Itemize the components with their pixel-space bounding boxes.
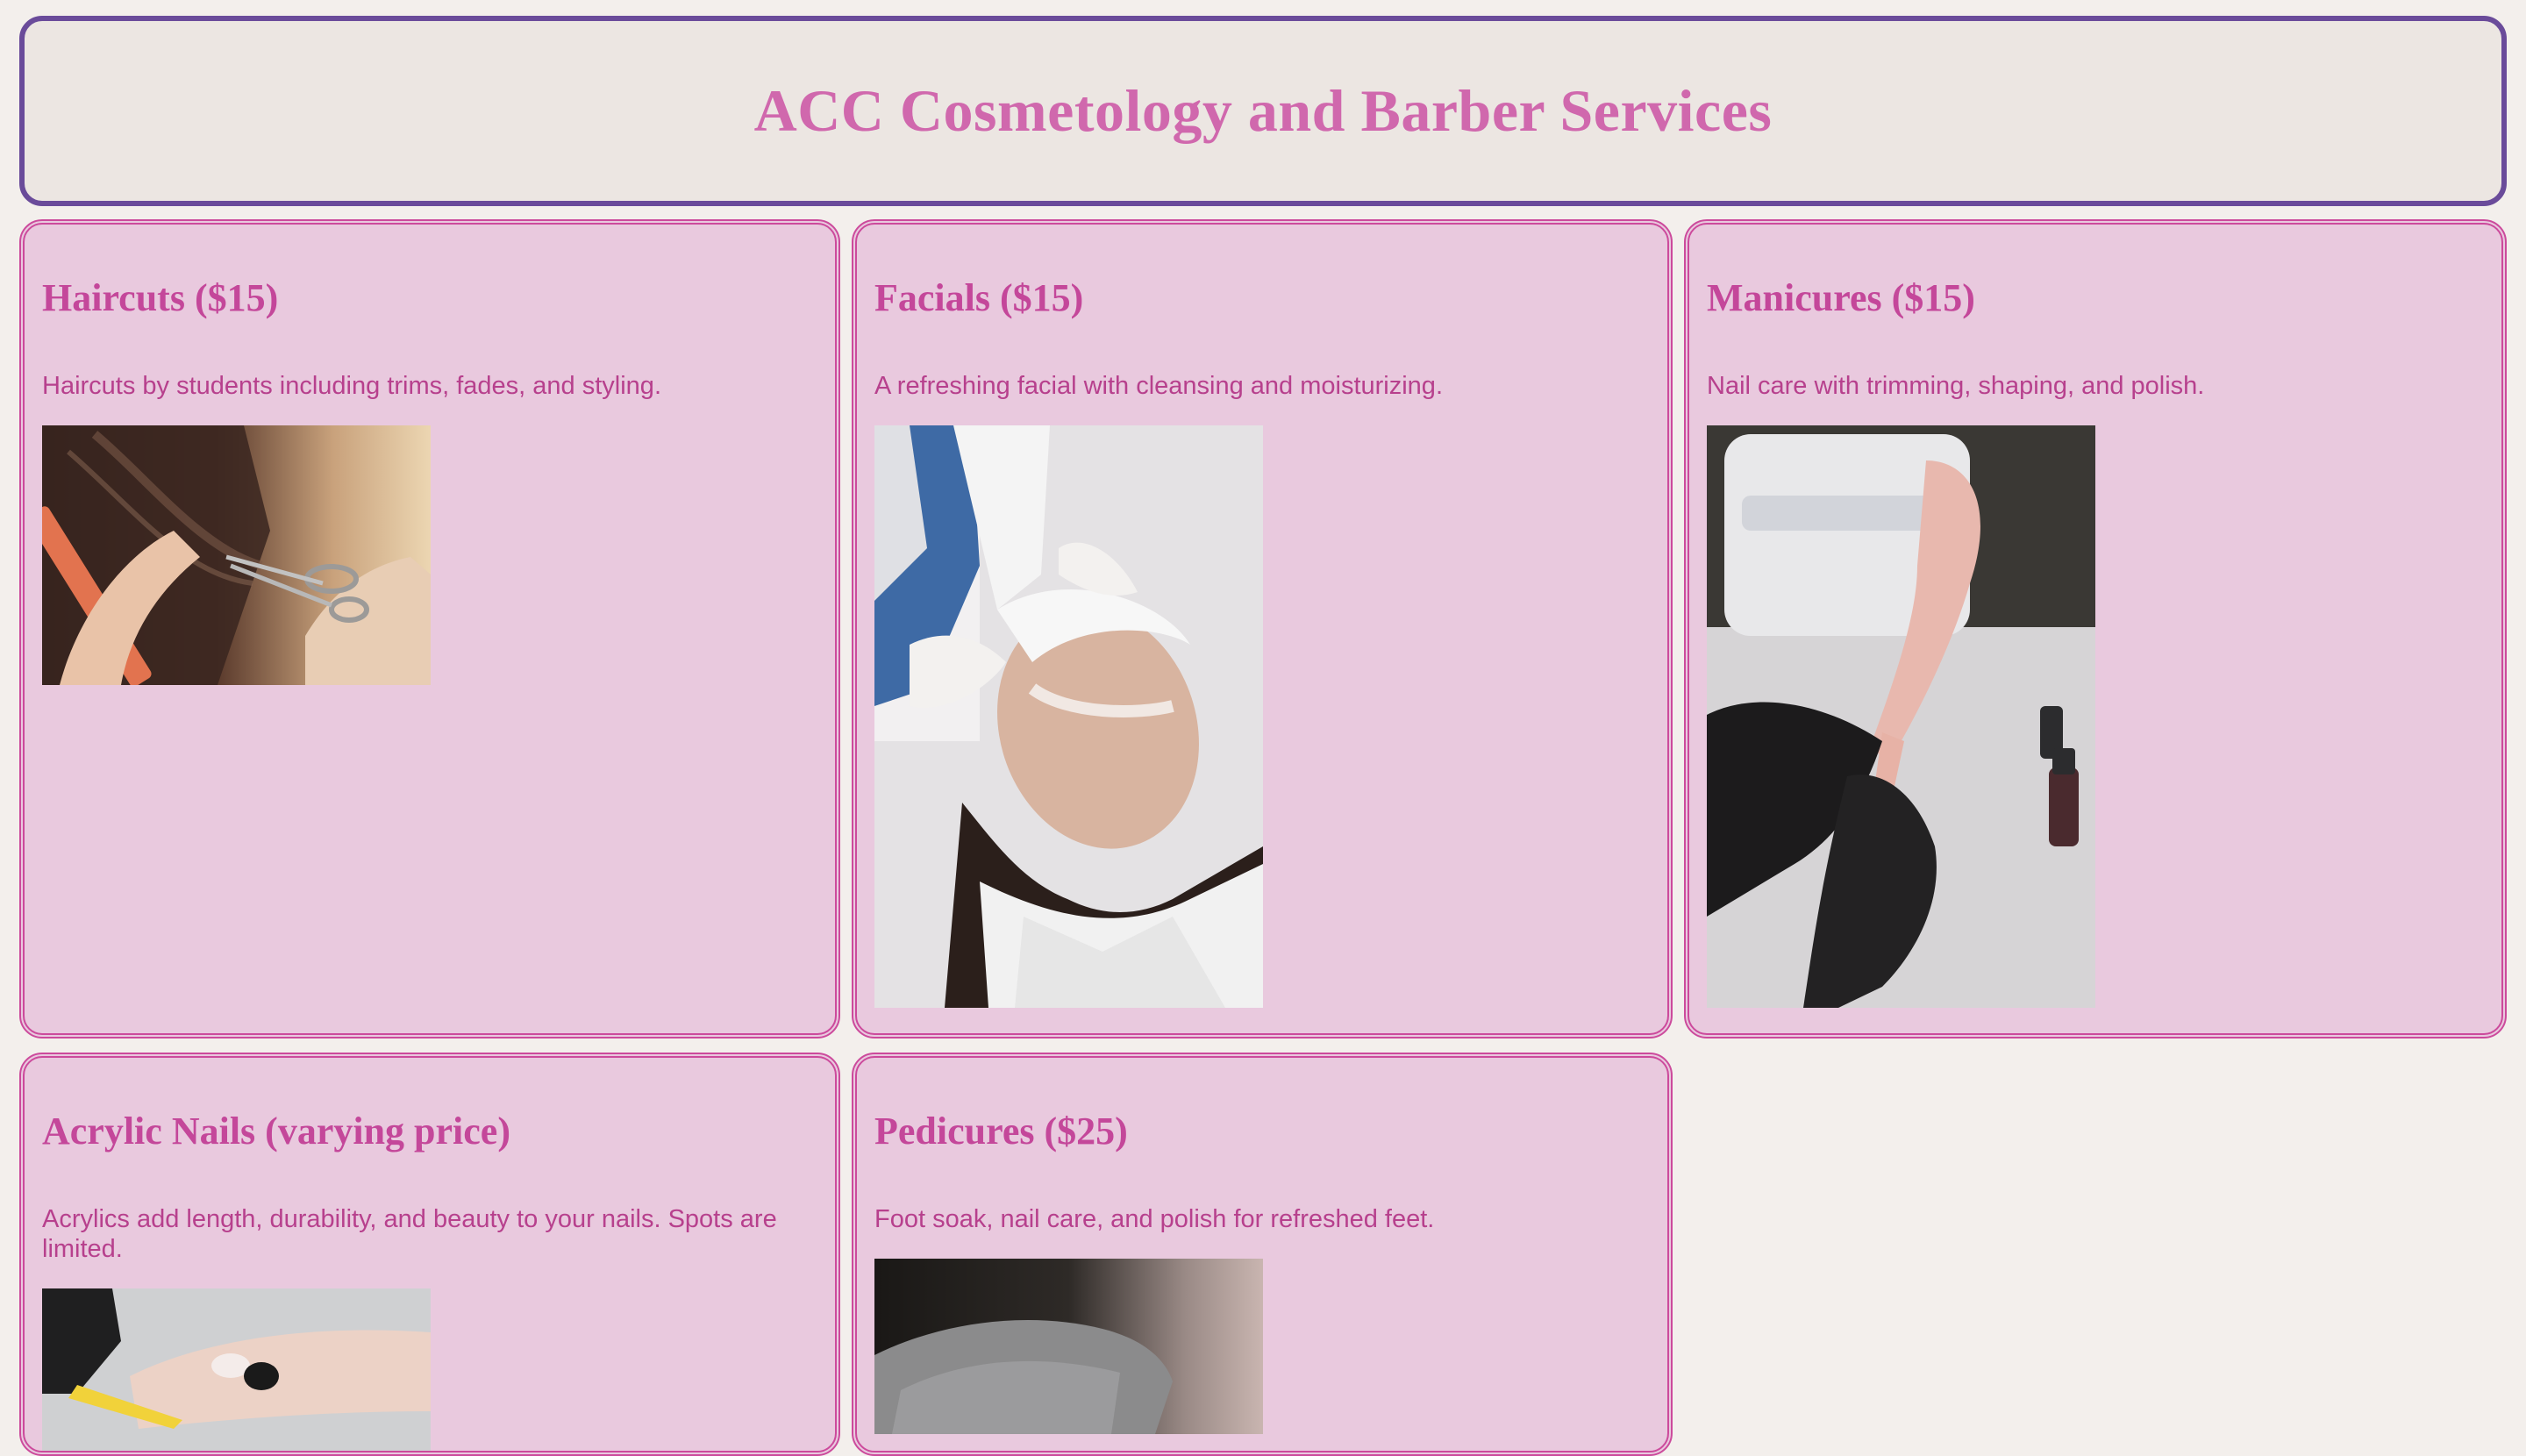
haircut-photo [42,425,431,685]
service-title: Pedicures ($25) [874,1110,1128,1153]
service-description: Foot soak, nail care, and polish for ref… [874,1205,1435,1233]
service-description: A refreshing facial with cleansing and m… [874,372,1443,400]
pedicure-photo [874,1259,1263,1434]
acrylic-nails-photo [42,1288,431,1451]
service-description: Acrylics add length, durability, and bea… [42,1205,777,1263]
page-title: ACC Cosmetology and Barber Services [753,77,1773,144]
service-title: Haircuts ($15) [42,276,279,319]
service-title: Acrylic Nails (varying price) [42,1110,510,1153]
service-title: Facials ($15) [874,276,1084,319]
service-card-haircuts: Haircuts ($15) Haircuts by students incl… [19,219,840,1038]
service-description: Nail care with trimming, shaping, and po… [1707,372,2205,400]
facial-photo [874,425,1263,1008]
service-card-manicures: Manicures ($15) Nail care with trimming,… [1684,219,2507,1038]
manicure-photo [1707,425,2095,1008]
page-header: ACC Cosmetology and Barber Services [19,16,2507,206]
service-card-facials: Facials ($15) A refreshing facial with c… [852,219,1673,1038]
service-title: Manicures ($15) [1707,276,1975,319]
service-description: Haircuts by students including trims, fa… [42,372,661,400]
service-card-acrylic-nails: Acrylic Nails (varying price) Acrylics a… [19,1053,840,1456]
service-card-pedicures: Pedicures ($25) Foot soak, nail care, an… [852,1053,1673,1456]
